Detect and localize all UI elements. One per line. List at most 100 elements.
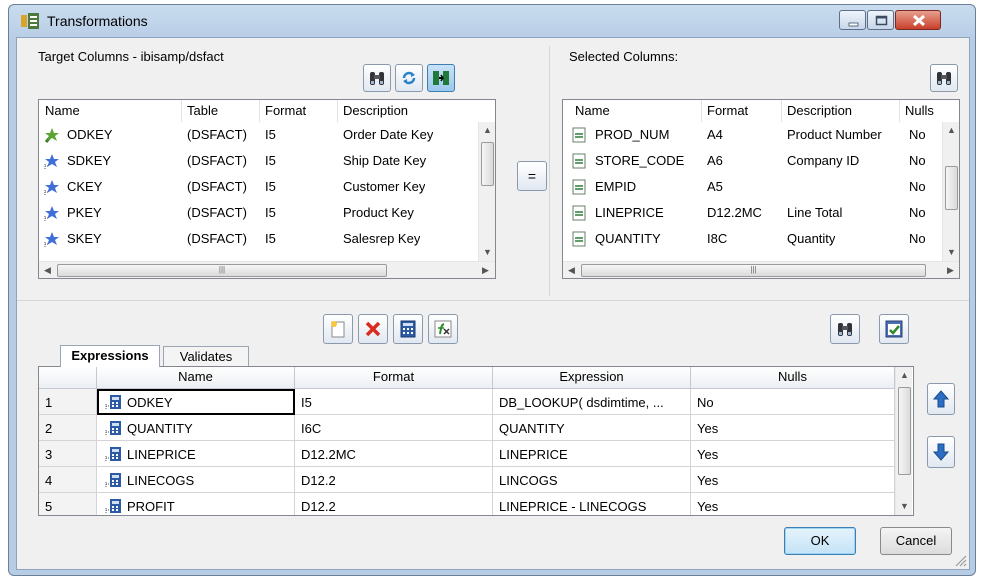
- expressions-vertical-scrollbar[interactable]: ▲ ▼: [895, 367, 912, 515]
- expression-value[interactable]: DB_LOOKUP( dsdimtime, ...: [493, 389, 691, 415]
- selected-header-format[interactable]: Format: [707, 103, 748, 118]
- expression-nulls[interactable]: No: [691, 389, 895, 415]
- scroll-thumb[interactable]: [945, 166, 958, 210]
- scroll-thumb[interactable]: [898, 387, 911, 475]
- expression-value[interactable]: LINEPRICE - LINECOGS: [493, 493, 691, 515]
- new-expression-button[interactable]: [323, 314, 353, 344]
- expression-row[interactable]: 2 QUANTITY I6C QUANTITY Yes: [39, 415, 913, 441]
- resize-grip-icon[interactable]: [953, 553, 967, 567]
- expression-nulls[interactable]: Yes: [691, 467, 895, 493]
- expression-name-cell[interactable]: LINECOGS: [97, 467, 295, 493]
- target-header-name[interactable]: Name: [45, 103, 80, 118]
- scroll-up-arrow-icon[interactable]: ▲: [896, 367, 913, 384]
- minimize-icon: [848, 22, 859, 27]
- move-down-button[interactable]: [927, 436, 955, 468]
- close-button[interactable]: [895, 10, 941, 30]
- expression-value[interactable]: LINEPRICE: [493, 441, 691, 467]
- selected-row[interactable]: STORE_CODE A6 Company ID No: [563, 148, 959, 174]
- refresh-target-button[interactable]: [395, 64, 423, 92]
- expression-format[interactable]: D12.2: [295, 493, 493, 515]
- expression-row[interactable]: 1 ODKEY I5 DB_LOOKUP( dsdimtime, ... No: [39, 389, 913, 415]
- scroll-down-arrow-icon[interactable]: ▼: [479, 244, 495, 261]
- scroll-thumb[interactable]: |||: [581, 264, 926, 277]
- expression-name: LINEPRICE: [127, 447, 196, 462]
- expression-format[interactable]: D12.2: [295, 467, 493, 493]
- expression-nulls[interactable]: Yes: [691, 441, 895, 467]
- section-divider: [549, 46, 550, 296]
- selected-header-name[interactable]: Name: [575, 103, 610, 118]
- target-row[interactable]: CKEY (DSFACT) I5 Customer Key: [39, 174, 495, 200]
- selected-horizontal-scrollbar[interactable]: ◀ ||| ▶: [563, 261, 959, 278]
- selected-row[interactable]: LINEPRICE D12.2MC Line Total No: [563, 200, 959, 226]
- target-header-format[interactable]: Format: [265, 103, 306, 118]
- expression-name-cell[interactable]: LINEPRICE: [97, 441, 295, 467]
- target-format: I5: [265, 231, 276, 246]
- target-row[interactable]: SDKEY (DSFACT) I5 Ship Date Key: [39, 148, 495, 174]
- find-expression-button[interactable]: [830, 314, 860, 344]
- assign-equal-button[interactable]: =: [517, 161, 547, 191]
- title-bar[interactable]: Transformations: [9, 5, 975, 37]
- computed-field-icon: [105, 447, 121, 461]
- cancel-button[interactable]: Cancel: [880, 527, 952, 555]
- target-description: Ship Date Key: [343, 153, 427, 168]
- maximize-button[interactable]: [867, 10, 894, 30]
- expression-nulls[interactable]: Yes: [691, 493, 895, 515]
- scroll-thumb[interactable]: [481, 142, 494, 186]
- scroll-down-arrow-icon[interactable]: ▼: [896, 498, 913, 515]
- expression-name-cell[interactable]: PROFIT: [97, 493, 295, 515]
- move-up-button[interactable]: [927, 383, 955, 415]
- minimize-button[interactable]: [839, 10, 866, 30]
- expressions-header-expression[interactable]: Expression: [493, 367, 691, 389]
- target-vertical-scrollbar[interactable]: ▲ ▼: [478, 122, 495, 261]
- expression-name-cell[interactable]: ODKEY: [97, 389, 295, 415]
- function-button[interactable]: [428, 314, 458, 344]
- expression-name-cell[interactable]: QUANTITY: [97, 415, 295, 441]
- scroll-down-arrow-icon[interactable]: ▼: [943, 244, 959, 261]
- expression-nulls[interactable]: Yes: [691, 415, 895, 441]
- find-target-button[interactable]: [363, 64, 391, 92]
- selected-header-nulls[interactable]: Nulls: [905, 103, 934, 118]
- target-row[interactable]: SKEY (DSFACT) I5 Salesrep Key: [39, 226, 495, 252]
- target-header-table[interactable]: Table: [187, 103, 218, 118]
- target-header-row: Name Table Format Description: [39, 100, 495, 122]
- calculator-button[interactable]: [393, 314, 423, 344]
- selected-vertical-scrollbar[interactable]: ▲ ▼: [942, 122, 959, 261]
- scroll-thumb[interactable]: |||: [57, 264, 387, 277]
- arrow-up-icon: [932, 390, 950, 408]
- expression-value[interactable]: LINCOGS: [493, 467, 691, 493]
- map-columns-button[interactable]: [427, 64, 455, 92]
- expression-format[interactable]: I5: [295, 389, 493, 415]
- expression-value[interactable]: QUANTITY: [493, 415, 691, 441]
- expressions-header-nulls[interactable]: Nulls: [691, 367, 895, 389]
- expression-row[interactable]: 3 LINEPRICE D12.2MC LINEPRICE Yes: [39, 441, 913, 467]
- selected-row[interactable]: EMPID A5 No: [563, 174, 959, 200]
- selected-header-description[interactable]: Description: [787, 103, 852, 118]
- tab-expressions[interactable]: Expressions: [60, 345, 160, 367]
- target-header-description[interactable]: Description: [343, 103, 408, 118]
- scroll-left-arrow-icon[interactable]: ◀: [563, 262, 580, 278]
- selected-row[interactable]: QUANTITY I8C Quantity No: [563, 226, 959, 252]
- scroll-up-arrow-icon[interactable]: ▲: [479, 122, 495, 139]
- target-horizontal-scrollbar[interactable]: ◀ ||| ▶: [39, 261, 495, 278]
- ok-button[interactable]: OK: [784, 527, 856, 555]
- selected-header-row: Name Format Description Nulls: [563, 100, 959, 122]
- selected-name: EMPID: [595, 179, 637, 194]
- scroll-right-arrow-icon[interactable]: ▶: [942, 262, 959, 278]
- selected-name: STORE_CODE: [595, 153, 685, 168]
- expression-row[interactable]: 5 PROFIT D12.2 LINEPRICE - LINECOGS Yes: [39, 493, 913, 515]
- expression-format[interactable]: D12.2MC: [295, 441, 493, 467]
- target-row[interactable]: PKEY (DSFACT) I5 Product Key: [39, 200, 495, 226]
- expression-format[interactable]: I6C: [295, 415, 493, 441]
- validate-button[interactable]: [879, 314, 909, 344]
- scroll-left-arrow-icon[interactable]: ◀: [39, 262, 56, 278]
- find-selected-button[interactable]: [930, 64, 958, 92]
- scroll-up-arrow-icon[interactable]: ▲: [943, 122, 959, 139]
- scroll-right-arrow-icon[interactable]: ▶: [477, 262, 494, 278]
- tab-validates[interactable]: Validates: [163, 346, 249, 367]
- expression-row[interactable]: 4 LINECOGS D12.2 LINCOGS Yes: [39, 467, 913, 493]
- expressions-header-format[interactable]: Format: [295, 367, 493, 389]
- target-row[interactable]: ODKEY (DSFACT) I5 Order Date Key: [39, 122, 495, 148]
- delete-expression-button[interactable]: [358, 314, 388, 344]
- selected-row[interactable]: PROD_NUM A4 Product Number No: [563, 122, 959, 148]
- expressions-header-name[interactable]: Name: [97, 367, 295, 389]
